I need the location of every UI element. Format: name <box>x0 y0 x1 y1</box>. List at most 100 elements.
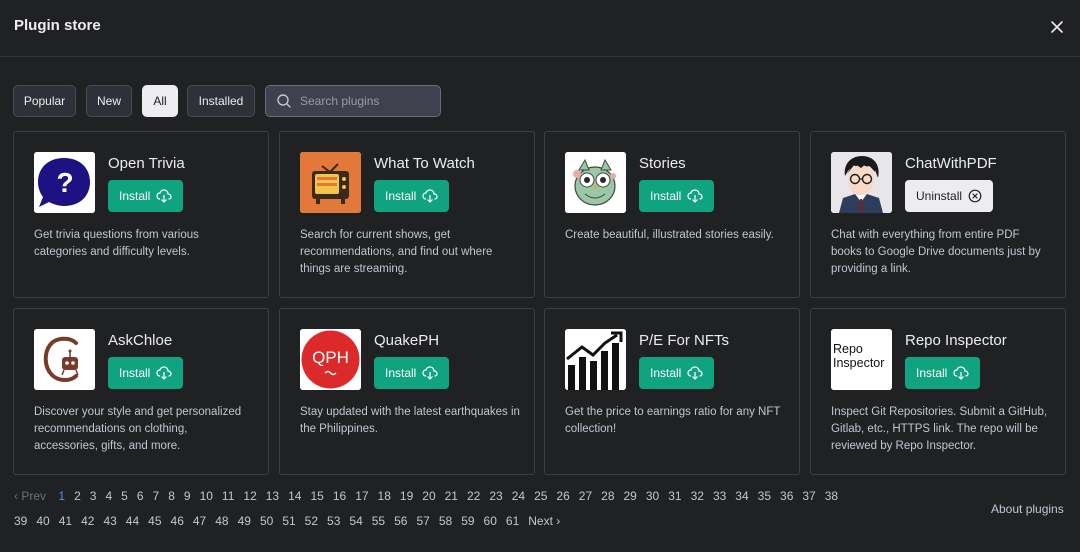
tab-popular[interactable]: Popular <box>13 85 76 117</box>
page-number[interactable]: 40 <box>36 514 49 528</box>
page-number[interactable]: 22 <box>467 489 480 503</box>
plugin-name: AskChloe <box>108 332 173 349</box>
page-number[interactable]: 35 <box>758 489 771 503</box>
search-box[interactable] <box>265 85 441 117</box>
page-number[interactable]: 9 <box>184 489 191 503</box>
page-number[interactable]: 39 <box>14 514 27 528</box>
page-number[interactable]: 42 <box>81 514 94 528</box>
page-number[interactable]: 53 <box>327 514 340 528</box>
page-number[interactable]: 48 <box>215 514 228 528</box>
page-number[interactable]: 34 <box>735 489 748 503</box>
page-number[interactable]: 50 <box>260 514 273 528</box>
search-input[interactable] <box>300 94 430 108</box>
page-number[interactable]: 59 <box>461 514 474 528</box>
cloud-download-icon <box>156 366 172 380</box>
tab-installed[interactable]: Installed <box>187 85 255 117</box>
plugin-card-chatwithpdf: ChatWithPDF Uninstall Chat with everythi… <box>810 131 1066 298</box>
page-number[interactable]: 25 <box>534 489 547 503</box>
page-number[interactable]: 8 <box>168 489 175 503</box>
plugin-card-open-trivia: ? Open Trivia Install Get trivia questio… <box>13 131 269 298</box>
page-number[interactable]: 58 <box>439 514 452 528</box>
prev-button[interactable]: ‹ Prev <box>14 489 46 503</box>
page-number[interactable]: 52 <box>305 514 318 528</box>
page-number[interactable]: 7 <box>153 489 160 503</box>
page-number[interactable]: 46 <box>171 514 184 528</box>
install-label: Install <box>385 366 417 380</box>
svg-text:?: ? <box>56 167 73 198</box>
page-number[interactable]: 32 <box>691 489 704 503</box>
owl-illustration-icon <box>565 152 626 213</box>
install-button[interactable]: Install <box>108 357 184 389</box>
repo-logo-text-1: Repo <box>833 342 863 356</box>
about-plugins-link[interactable]: About plugins <box>991 502 1064 516</box>
page-number[interactable]: 56 <box>394 514 407 528</box>
install-label: Install <box>385 189 417 203</box>
install-button[interactable]: Install <box>639 357 715 389</box>
page-number[interactable]: 31 <box>668 489 681 503</box>
page-number[interactable]: 17 <box>355 489 368 503</box>
page-number[interactable]: 10 <box>200 489 213 503</box>
install-button[interactable]: Install <box>905 357 981 389</box>
uninstall-button[interactable]: Uninstall <box>905 180 994 212</box>
install-button[interactable]: Install <box>374 180 450 212</box>
page-number[interactable]: 43 <box>103 514 116 528</box>
page-number[interactable]: 21 <box>445 489 458 503</box>
page-number[interactable]: 38 <box>825 489 838 503</box>
page-number[interactable]: 61 <box>506 514 519 528</box>
page-number[interactable]: 26 <box>556 489 569 503</box>
page-number[interactable]: 13 <box>266 489 279 503</box>
plugin-card-askchloe: AskChloe Install Discover your style and… <box>13 308 269 475</box>
page-number[interactable]: 1 <box>58 489 65 503</box>
plugin-description: Discover your style and get personalized… <box>34 406 242 452</box>
page-number[interactable]: 36 <box>780 489 793 503</box>
page-number[interactable]: 11 <box>222 489 234 503</box>
page-number[interactable]: 33 <box>713 489 726 503</box>
page-number[interactable]: 29 <box>624 489 637 503</box>
page-number[interactable]: 30 <box>646 489 659 503</box>
page-number[interactable]: 15 <box>310 489 323 503</box>
page-number[interactable]: 60 <box>484 514 497 528</box>
page-number[interactable]: 6 <box>137 489 144 503</box>
next-button[interactable]: Next › <box>528 514 560 528</box>
page-number[interactable]: 5 <box>121 489 128 503</box>
plugin-name: QuakePH <box>374 332 440 349</box>
page-number[interactable]: 27 <box>579 489 592 503</box>
install-button[interactable]: Install <box>374 357 450 389</box>
page-number[interactable]: 41 <box>59 514 72 528</box>
page-number[interactable]: 28 <box>601 489 614 503</box>
page-number[interactable]: 45 <box>148 514 161 528</box>
page-number[interactable]: 54 <box>349 514 362 528</box>
page-number[interactable]: 12 <box>243 489 256 503</box>
close-icon[interactable] <box>1046 16 1068 38</box>
qph-logo-text: QPH <box>312 348 349 367</box>
install-button[interactable]: Install <box>639 180 715 212</box>
page-number[interactable]: 16 <box>333 489 346 503</box>
page-number[interactable]: 14 <box>288 489 301 503</box>
page-number[interactable]: 37 <box>802 489 815 503</box>
retro-tv-icon <box>300 152 361 213</box>
cloud-download-icon <box>687 366 703 380</box>
page-number[interactable]: 19 <box>400 489 413 503</box>
cloud-download-icon <box>156 189 172 203</box>
tab-new[interactable]: New <box>86 85 132 117</box>
plugin-card-quakeph: QPH QuakePH Install Stay updated with th… <box>279 308 535 475</box>
page-number[interactable]: 18 <box>378 489 391 503</box>
page-number[interactable]: 23 <box>489 489 502 503</box>
page-number[interactable]: 4 <box>105 489 112 503</box>
page-number[interactable]: 24 <box>512 489 525 503</box>
chloe-c-robot-icon <box>34 329 95 390</box>
page-number[interactable]: 2 <box>74 489 81 503</box>
page-number[interactable]: 55 <box>372 514 385 528</box>
page-number[interactable]: 51 <box>282 514 295 528</box>
page-number[interactable]: 44 <box>126 514 139 528</box>
page-number[interactable]: 49 <box>238 514 251 528</box>
page-number[interactable]: 3 <box>90 489 97 503</box>
install-button[interactable]: Install <box>108 180 184 212</box>
page-number[interactable]: 47 <box>193 514 206 528</box>
plugin-description: Create beautiful, illustrated stories ea… <box>565 229 774 241</box>
page-number[interactable]: 20 <box>422 489 435 503</box>
cloud-download-icon <box>953 366 969 380</box>
page-number[interactable]: 57 <box>416 514 429 528</box>
tab-all[interactable]: All <box>142 85 178 117</box>
plugin-card-repo-inspector: Repo Inspector Repo Inspector Install In… <box>810 308 1066 475</box>
